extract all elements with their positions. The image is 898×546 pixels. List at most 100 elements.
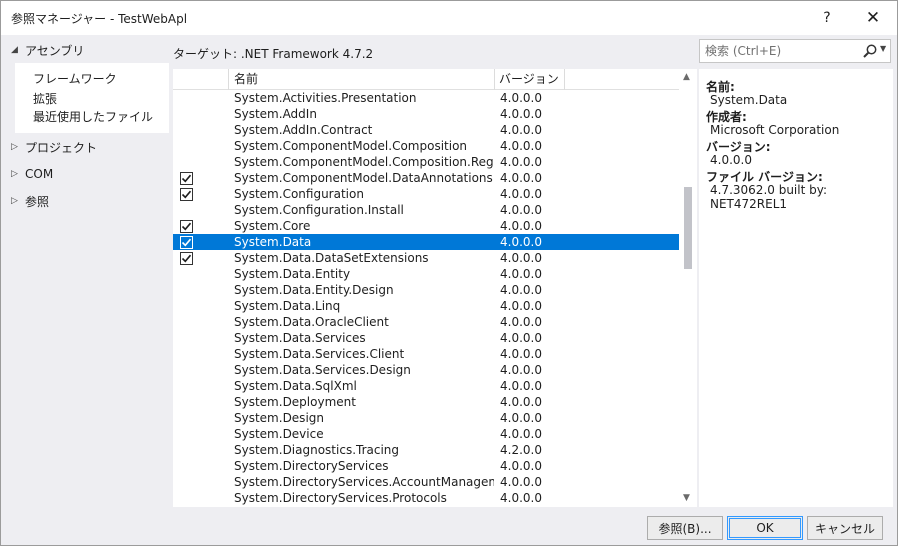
row-name: System.Data.Services.Client [234,347,405,361]
row-version: 4.0.0.0 [500,315,542,329]
table-row[interactable]: System.Data.SqlXml 4.0.0.0 [173,378,679,394]
list-rows: System.Activities.Presentation 4.0.0.0 Sys… [173,90,679,507]
button-bar: 参照(B)... OK キャンセル [1,509,897,545]
table-row[interactable]: System.Activities.Presentation 4.0.0.0 [173,90,679,106]
nav-framework[interactable]: フレームワーク [33,70,117,88]
search-input[interactable] [700,44,850,58]
table-row[interactable]: System.Diagnostics.Tracing 4.2.0.0 [173,442,679,458]
header-name[interactable]: 名前 [229,69,495,90]
row-version: 4.0.0.0 [500,411,542,425]
row-name: System.Device [234,427,324,441]
row-name: System.Data.Entity.Design [234,283,394,297]
row-name: System.Data.Services.Design [234,363,411,377]
checkbox-checked-icon[interactable] [180,252,193,265]
table-row[interactable]: System.Data.Entity.Design 4.0.0.0 [173,282,679,298]
nav-recent[interactable]: 最近使用したファイル [33,108,153,126]
assembly-list: 名前 バージョン System.Activities.Presentation 4… [173,69,697,507]
nav-project[interactable]: ▷ プロジェクト [1,134,169,160]
help-button[interactable]: ? [805,1,849,35]
table-row[interactable]: System.DirectoryServices 4.0.0.0 [173,458,679,474]
row-version: 4.0.0.0 [500,283,542,297]
table-row[interactable]: System.Data.Linq 4.0.0.0 [173,298,679,314]
row-version: 4.0.0.0 [500,395,542,409]
row-version: 4.0.0.0 [500,427,542,441]
row-name: System.Diagnostics.Tracing [234,443,400,457]
vertical-scrollbar[interactable]: ▲ ▼ [679,69,697,507]
chevron-down-icon[interactable]: ▼ [880,44,886,53]
table-row[interactable]: System.ComponentModel.Composition.Regist… [173,154,679,170]
row-name: System.Data [234,235,312,249]
row-name: System.Core [234,219,311,233]
row-name: System.ComponentModel.Composition [234,139,468,153]
table-row[interactable]: System.ComponentModel.Composition 4.0.0.0 [173,138,679,154]
nav-assemblies-label: アセンブリ [25,43,85,58]
row-version: 4.0.0.0 [500,203,542,217]
table-row[interactable]: System.Configuration 4.0.0.0 [173,186,679,202]
scroll-thumb[interactable] [684,187,692,269]
table-row[interactable]: System.Core 4.0.0.0 [173,218,679,234]
close-button[interactable]: ✕ [851,1,895,35]
reference-manager-dialog: 参照マネージャー - TestWebApl ? ✕ ◢ アセンブリ フレームワー… [0,0,898,546]
title-bar: 参照マネージャー - TestWebApl ? ✕ [1,1,897,35]
detail-name-value: System.Data [710,93,788,107]
checkbox-checked-icon[interactable] [180,188,193,201]
table-row[interactable]: System.Data.Services 4.0.0.0 [173,330,679,346]
row-version: 4.0.0.0 [500,491,542,505]
table-row[interactable]: System.DirectoryServices.AccountManageme… [173,474,679,490]
checkbox-checked-icon[interactable] [180,172,193,185]
row-name: System.ComponentModel.DataAnnotations [234,171,493,185]
row-version: 4.0.0.0 [500,107,542,121]
table-row[interactable]: System.Data.Services.Client 4.0.0.0 [173,346,679,362]
cancel-button[interactable]: キャンセル [807,516,883,540]
row-name: System.DirectoryServices.Protocols [234,491,447,505]
details-panel: 名前: System.Data 作成者: Microsoft Corporati… [699,69,893,507]
table-row[interactable]: System.Data.OracleClient 4.0.0.0 [173,314,679,330]
row-name: System.Configuration [234,187,364,201]
table-row[interactable]: System.Design 4.0.0.0 [173,410,679,426]
search-icon[interactable] [862,43,878,59]
checkbox-checked-icon[interactable] [180,220,193,233]
row-name: System.Data.DataSetExtensions [234,251,429,265]
nav-browse-label: 参照 [25,194,50,209]
table-row[interactable]: System.Data 4.0.0.0 [173,234,679,250]
table-row[interactable]: System.Device 4.0.0.0 [173,426,679,442]
table-row[interactable]: System.Data.Services.Design 4.0.0.0 [173,362,679,378]
detail-file-version-value: 4.7.3062.0 built by: NET472REL1 [710,183,827,211]
row-name: System.Data.Entity [234,267,351,281]
row-name: System.Data.Services [234,331,366,345]
table-row[interactable]: System.ComponentModel.DataAnnotations 4.0… [173,170,679,186]
nav-assemblies[interactable]: ◢ アセンブリ [1,37,169,63]
row-version: 4.0.0.0 [500,219,542,233]
table-row[interactable]: System.Deployment 4.0.0.0 [173,394,679,410]
row-name: System.Deployment [234,395,356,409]
header-version[interactable]: バージョン [495,69,565,90]
row-version: 4.0.0.0 [500,123,542,137]
row-name: System.Data.Linq [234,299,341,313]
table-row[interactable]: System.AddIn.Contract 4.0.0.0 [173,122,679,138]
row-version: 4.0.0.0 [500,171,542,185]
nav-extensions[interactable]: 拡張 [33,90,57,108]
row-name: System.Configuration.Install [234,203,404,217]
scroll-down-icon[interactable]: ▼ [683,493,690,503]
browse-button[interactable]: 参照(B)... [647,516,723,540]
search-box[interactable]: ▼ [699,39,891,63]
left-nav: ◢ アセンブリ フレームワーク 拡張 最近使用したファイル ▷ プロジェクト ▷… [1,35,169,509]
table-row[interactable]: System.Configuration.Install 4.0.0.0 [173,202,679,218]
list-header: 名前 バージョン [173,69,679,90]
table-row[interactable]: System.Data.Entity 4.0.0.0 [173,266,679,282]
row-name: System.AddIn [234,107,317,121]
table-row[interactable]: System.AddIn 4.0.0.0 [173,106,679,122]
target-framework-label: ターゲット: .NET Framework 4.7.2 [173,47,374,61]
ok-button[interactable]: OK [727,516,803,540]
row-version: 4.0.0.0 [500,459,542,473]
scroll-up-icon[interactable]: ▲ [683,72,690,82]
header-check-column[interactable] [173,69,229,90]
row-name: System.Data.OracleClient [234,315,389,329]
checkbox-checked-icon[interactable] [180,236,193,249]
row-version: 4.0.0.0 [500,187,542,201]
row-name: System.ComponentModel.Composition.Regist… [234,155,494,169]
table-row[interactable]: System.Data.DataSetExtensions 4.0.0.0 [173,250,679,266]
nav-com[interactable]: ▷ COM [1,161,169,187]
table-row[interactable]: System.DirectoryServices.Protocols 4.0.0.… [173,490,679,506]
nav-browse[interactable]: ▷ 参照 [1,188,169,214]
